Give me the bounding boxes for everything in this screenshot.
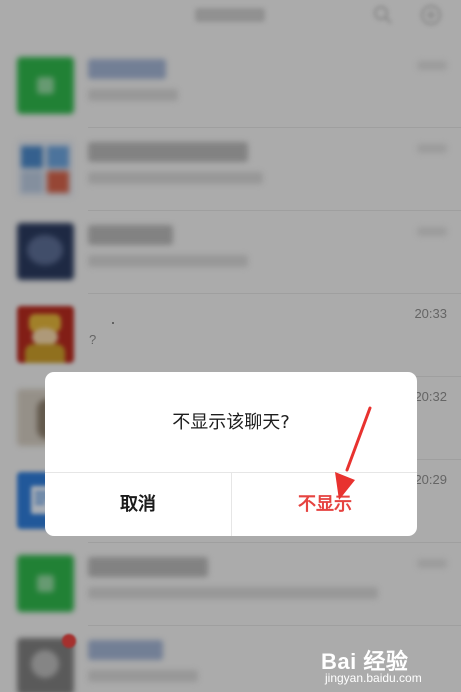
cancel-button[interactable]: 取消 [45,473,231,536]
modal-overlay[interactable] [0,0,461,692]
baidu-watermark: Bai 经验 jingyan.baidu.com [321,644,451,686]
annotation-arrow-icon [335,406,372,500]
watermark-url: jingyan.baidu.com [325,671,422,685]
